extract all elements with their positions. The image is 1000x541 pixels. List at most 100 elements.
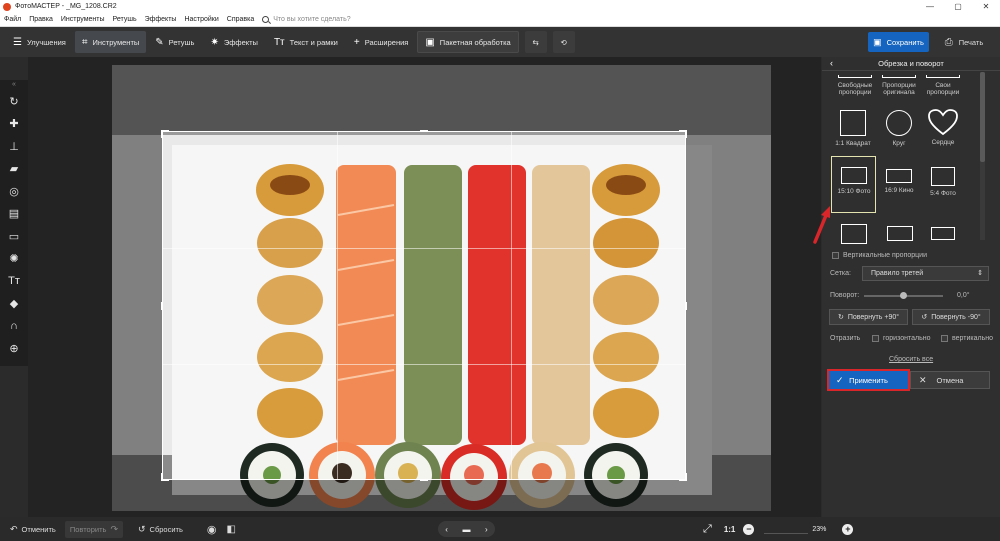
menu-effects[interactable]: Эффекты: [141, 16, 181, 23]
folder-icon[interactable]: ▬: [462, 525, 470, 534]
gradient-tool-icon[interactable]: ▤: [0, 203, 28, 226]
preset-5-4-photo[interactable]: 5:4 Фото: [920, 167, 966, 197]
maximize-button[interactable]: ▢: [944, 0, 972, 13]
flip-horizontal-checkbox[interactable]: [872, 335, 879, 342]
preset-label: 1:1 Квадрат: [835, 140, 871, 147]
crop-handle-tr-v[interactable]: [685, 130, 687, 138]
apply-label: Применить: [849, 375, 888, 385]
crop-handle-top[interactable]: [420, 130, 428, 132]
tab-label: Эффекты: [223, 37, 258, 47]
crop-handle-bl-v[interactable]: [161, 473, 163, 481]
stamp-tool-icon[interactable]: ⊥: [0, 135, 28, 158]
preset-15-10-photo[interactable]: 15:10 Фото: [831, 167, 877, 195]
tab-text-frames[interactable]: Tт Текст и рамки: [267, 31, 345, 53]
light-tool-icon[interactable]: ✺: [0, 248, 28, 271]
focus-tool-icon[interactable]: ◎: [0, 180, 28, 203]
grid-select[interactable]: Правило третей ⇕: [862, 266, 989, 281]
zoom-slider-track[interactable]: [764, 524, 809, 534]
text-tool-icon[interactable]: Tт: [0, 270, 28, 293]
ratio-partial-icon-1: [841, 224, 867, 244]
globe-tool-icon[interactable]: ⊕: [0, 338, 28, 361]
compare-button[interactable]: ⇆: [524, 31, 547, 53]
eraser-tool-icon[interactable]: ▰: [0, 158, 28, 181]
crop-handle-tl-v[interactable]: [161, 130, 163, 138]
crop-handle-br-v[interactable]: [685, 473, 687, 481]
undo-button[interactable]: ↶ Отменить: [5, 521, 61, 538]
prev-file-button[interactable]: ‹: [445, 525, 448, 534]
redo-button[interactable]: Повторить ↷: [64, 520, 123, 538]
back-arrow-icon[interactable]: ‹: [830, 58, 833, 68]
menu-help[interactable]: Справка: [223, 16, 258, 23]
history-button[interactable]: ⟲: [552, 31, 575, 53]
frame-tool-icon[interactable]: ∩: [0, 315, 28, 338]
flip-vertical-checkbox[interactable]: [941, 335, 948, 342]
check-icon: ✓: [836, 374, 844, 385]
vertical-proportions-toggle[interactable]: Вертикальные пропорции: [832, 252, 927, 259]
preset-heart[interactable]: Сердце: [920, 108, 966, 146]
panel-title: Обрезка и поворот: [878, 59, 944, 68]
menu-settings[interactable]: Настройки: [180, 16, 222, 23]
crop-handle-left[interactable]: [161, 302, 163, 310]
rotate-plus-90-button[interactable]: ↻ Повернуть +90°: [829, 309, 908, 325]
preset-custom[interactable]: Свои пропорции: [920, 75, 966, 96]
cancel-button[interactable]: ✕ Отмена: [910, 371, 990, 389]
rotation-slider[interactable]: [864, 292, 943, 299]
reset-button[interactable]: ↺ Сбросить: [133, 521, 188, 538]
menu-search[interactable]: Что вы хотите сделать?: [262, 16, 351, 23]
menu-retouch[interactable]: Ретушь: [109, 16, 141, 23]
reset-icon: ↺: [137, 523, 146, 534]
collapse-tools-button[interactable]: «: [0, 80, 28, 90]
scrollbar-thumb[interactable]: [980, 72, 985, 162]
vertical-checkbox[interactable]: [832, 252, 839, 259]
flip-vertical-label: вертикально: [952, 335, 993, 342]
fill-tool-icon[interactable]: ◆: [0, 293, 28, 316]
crop-frame[interactable]: [161, 130, 687, 481]
flip-vertical-toggle[interactable]: вертикально: [941, 335, 993, 342]
zoom-in-icon[interactable]: +: [842, 523, 854, 535]
preset-circle[interactable]: Круг: [876, 110, 922, 147]
tab-effects[interactable]: ✷ Эффекты: [203, 31, 265, 53]
rotation-slider-knob[interactable]: [900, 292, 907, 299]
preset-16-9-cinema[interactable]: 16:9 Кино: [876, 169, 922, 194]
before-after-button[interactable]: ◧: [221, 521, 240, 538]
vertical-label: Вертикальные пропорции: [843, 252, 927, 259]
menu-tools[interactable]: Инструменты: [57, 16, 109, 23]
tab-tools[interactable]: ⌗ Инструменты: [74, 31, 147, 53]
rotate-minus-90-button[interactable]: ↺ Повернуть -90°: [912, 309, 990, 325]
reset-all-link[interactable]: Сбросить все: [889, 356, 933, 363]
preset-free[interactable]: Свободные пропорции: [832, 75, 878, 96]
preset-original[interactable]: Пропорции оригинала: [876, 75, 922, 96]
tab-retouch[interactable]: ✎ Ретушь: [148, 31, 201, 53]
vignette-tool-icon[interactable]: ▭: [0, 225, 28, 248]
undo-label: Отменить: [21, 524, 56, 534]
batch-processing-button[interactable]: ▣ Пакетная обработка: [417, 31, 519, 53]
preset-square[interactable]: 1:1 Квадрат: [830, 110, 876, 147]
flip-horizontal-toggle[interactable]: горизонтально: [872, 335, 931, 342]
crop-handle-bottom[interactable]: [420, 479, 428, 481]
menu-file[interactable]: Файл: [0, 16, 25, 23]
ratio-1-1-button[interactable]: 1:1: [724, 525, 736, 534]
preview-eye-button[interactable]: ◉: [202, 521, 222, 538]
sliders-icon: ☰: [13, 36, 22, 48]
print-label: Печать: [958, 37, 984, 47]
close-button[interactable]: ✕: [972, 0, 1000, 13]
minimize-button[interactable]: —: [916, 0, 944, 13]
next-file-button[interactable]: ›: [485, 525, 488, 534]
healing-tool-icon[interactable]: ✚: [0, 113, 28, 136]
tab-label: Инструменты: [92, 37, 140, 47]
fit-screen-icon[interactable]: ⤢: [703, 523, 712, 536]
panel-scrollbar[interactable]: [980, 72, 985, 240]
apply-button[interactable]: ✓ Применить: [827, 369, 910, 391]
menu-edit[interactable]: Правка: [25, 16, 57, 23]
tab-enhancements[interactable]: ☰ Улучшения: [6, 31, 73, 53]
updown-icon: ⇕: [977, 270, 983, 277]
tab-extensions[interactable]: + Расширения: [347, 31, 415, 53]
rotate-tool-icon[interactable]: ↻: [0, 90, 28, 113]
print-button[interactable]: ⎙ Печать: [934, 32, 994, 52]
preset-label: Круг: [892, 140, 906, 147]
zoom-out-icon[interactable]: −: [743, 523, 755, 535]
crop-handle-right[interactable]: [685, 302, 687, 310]
save-button[interactable]: ▣ Сохранить: [868, 32, 929, 52]
sparkle-icon: ✷: [210, 36, 219, 48]
zoom-controls: ⤢ 1:1 − 23% +: [703, 520, 854, 538]
